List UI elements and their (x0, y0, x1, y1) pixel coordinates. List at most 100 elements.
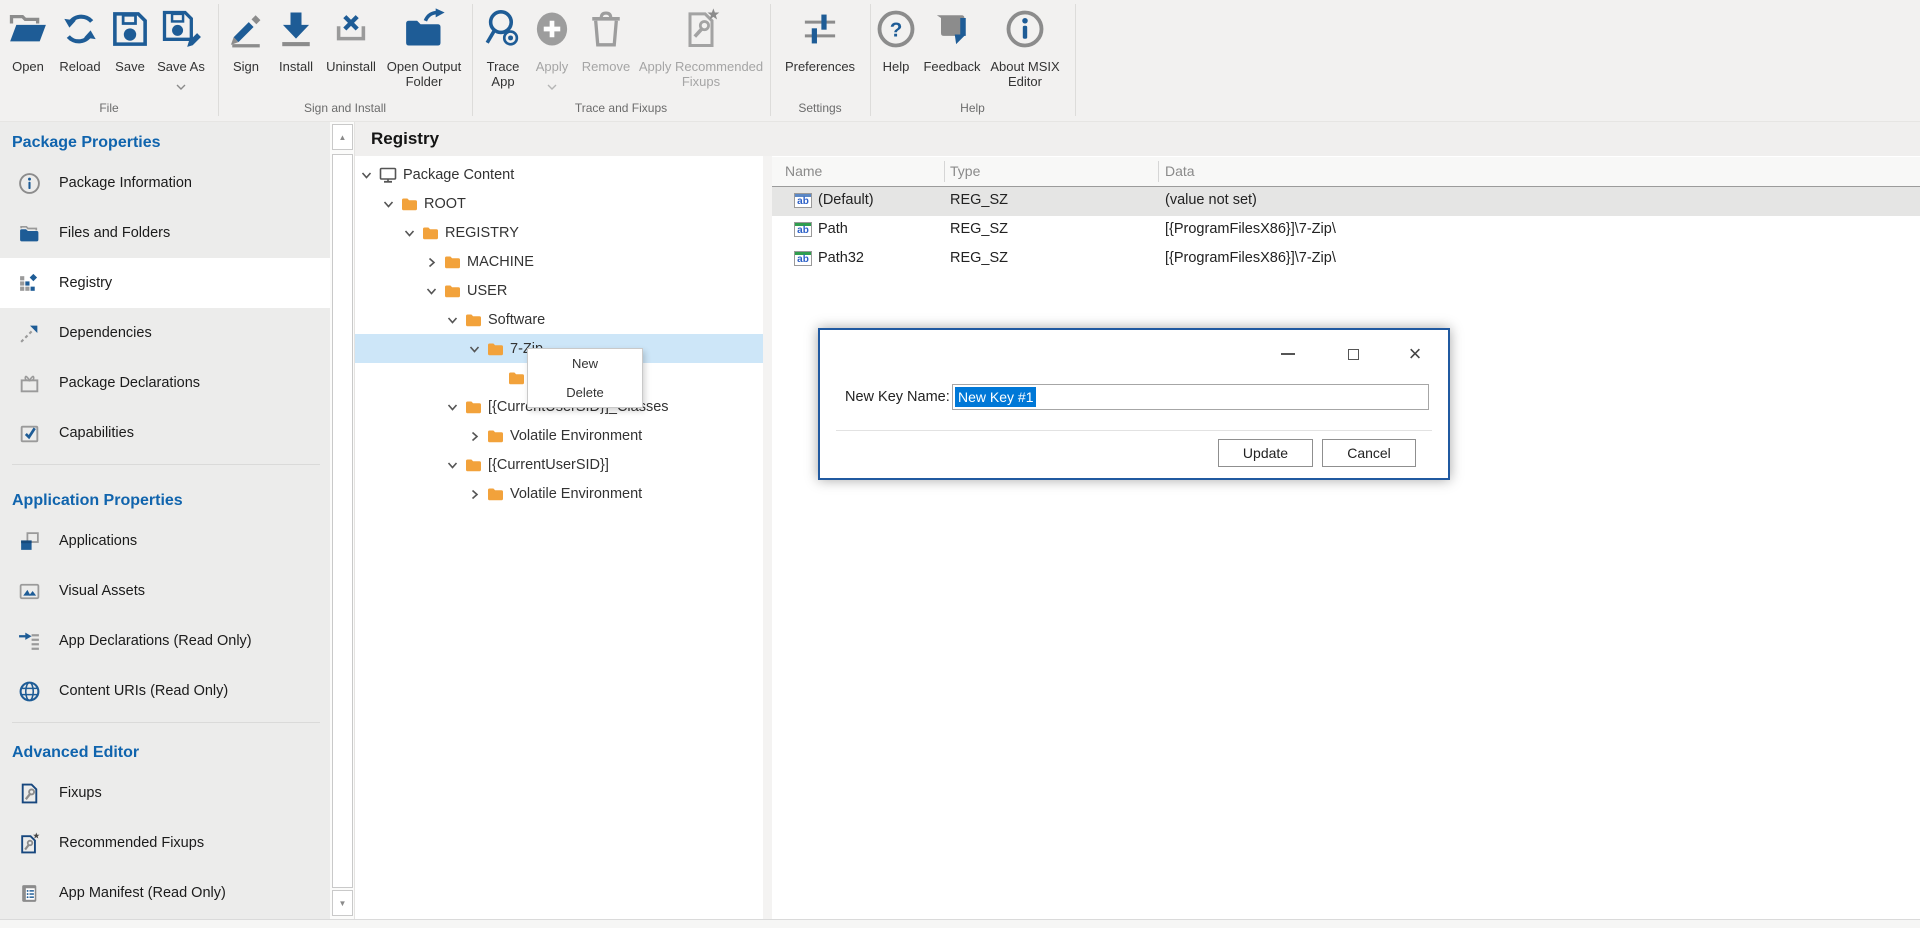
tree-row-label: Package Content (403, 167, 514, 183)
chevron-expanded-icon[interactable] (447, 314, 458, 325)
scroll-up-button[interactable]: ▲ (332, 124, 353, 150)
chevron-expanded-icon[interactable] (361, 169, 372, 180)
folder-icon (422, 226, 439, 240)
preferences-icon (798, 7, 842, 56)
sidebar-item-applications[interactable]: Applications (0, 516, 330, 566)
scrollbar-thumb[interactable] (332, 154, 353, 888)
ribbon-group-label-trace-and-fixups: Trace and Fixups (472, 101, 770, 115)
new-key-name-input[interactable]: New Key #1 (952, 384, 1429, 410)
ribbon-remove-button[interactable]: Remove (577, 7, 635, 74)
chevron-expanded-icon[interactable] (447, 459, 458, 470)
ribbon-feedback-button[interactable]: Feedback (920, 7, 984, 74)
tree-row-volatile-environment[interactable]: Volatile Environment (355, 479, 763, 508)
value-name: Path (818, 221, 848, 237)
about-icon (1003, 7, 1047, 56)
svg-text:?: ? (890, 19, 903, 42)
context-menu-item-delete[interactable]: Delete (528, 378, 642, 407)
sidebar-item-fixups[interactable]: Fixups (0, 768, 330, 818)
sidebar-scrollbar[interactable]: ▲ ▼ (330, 122, 355, 919)
sidebar-item-label: Visual Assets (59, 583, 145, 599)
column-header-data[interactable]: Data (1165, 163, 1195, 179)
ribbon-uninstall-button[interactable]: Uninstall (318, 7, 384, 74)
ribbon-save-as-button[interactable]: Save As (150, 7, 212, 95)
maximize-button[interactable] (1339, 342, 1367, 366)
sidebar-item-app-manifest[interactable]: App Manifest (Read Only) (0, 868, 330, 918)
column-resize-handle[interactable] (1158, 161, 1159, 182)
ribbon-sign-button[interactable]: Sign (224, 7, 268, 74)
sidebar-item-package-information[interactable]: Package Information (0, 158, 330, 208)
ribbon-install-button[interactable]: Install (270, 7, 322, 74)
chevron-expanded-icon[interactable] (383, 198, 394, 209)
scroll-down-button[interactable]: ▼ (332, 890, 353, 916)
maximize-icon (1348, 349, 1359, 360)
sidebar-item-app-declarations[interactable]: App Declarations (Read Only) (0, 616, 330, 666)
registry-tree: Package Content ROOT REGISTRY MACHINE US… (355, 156, 763, 919)
ribbon-open-output-folder-button[interactable]: Open Output Folder (381, 7, 467, 89)
chevron-collapsed-icon[interactable] (426, 256, 437, 267)
tree-row-package-content[interactable]: Package Content (355, 160, 763, 189)
ribbon-group-separator (1075, 4, 1076, 116)
table-row-path32[interactable]: ab Path32 REG_SZ [{ProgramFilesX86}]\7-Z… (772, 245, 1920, 274)
tree-row-registry[interactable]: REGISTRY (355, 218, 763, 247)
column-header-type[interactable]: Type (950, 163, 980, 179)
tree-row-machine[interactable]: MACHINE (355, 247, 763, 276)
arrow-up-icon: ▲ (339, 133, 347, 142)
chevron-expanded-icon[interactable] (426, 285, 437, 296)
ribbon-preferences-button[interactable]: Preferences (781, 7, 859, 74)
chevron-collapsed-icon[interactable] (469, 430, 480, 441)
minimize-icon (1281, 353, 1295, 355)
tree-row-label: [{CurrentUserSID}] (488, 457, 609, 473)
table-header: Name Type Data (772, 157, 1920, 187)
folder-icon (487, 487, 504, 501)
ribbon-help-button[interactable]: ? Help (875, 7, 917, 74)
sidebar-item-label: Package Declarations (59, 375, 200, 391)
ribbon-save-button[interactable]: Save (108, 7, 152, 74)
reload-icon (58, 7, 102, 56)
tree-row-volatile-environment[interactable]: Volatile Environment (355, 421, 763, 450)
sign-icon (224, 7, 268, 56)
folder-icon (487, 429, 504, 443)
chevron-expanded-icon[interactable] (404, 227, 415, 238)
sidebar-item-label: Package Information (59, 175, 192, 191)
sidebar-item-files-and-folders[interactable]: Files and Folders (0, 208, 330, 258)
chevron-expanded-icon[interactable] (469, 343, 480, 354)
tree-row-root[interactable]: ROOT (355, 189, 763, 218)
sidebar-item-content-uris[interactable]: Content URIs (Read Only) (0, 666, 330, 716)
ribbon-about-msix-editor-button[interactable]: About MSIX Editor (985, 7, 1065, 89)
chevron-expanded-icon[interactable] (447, 401, 458, 412)
sidebar-item-dependencies[interactable]: Dependencies (0, 308, 330, 358)
context-menu-item-new[interactable]: New (528, 349, 642, 378)
column-header-name[interactable]: Name (785, 163, 822, 179)
ribbon-trace-app-button[interactable]: Trace App (479, 7, 527, 89)
monitor-icon (379, 167, 397, 183)
sidebar-item-registry[interactable]: Registry (0, 258, 330, 308)
update-button[interactable]: Update (1218, 439, 1313, 467)
ribbon-apply-recommended-fixups-button[interactable]: Apply Recommended Fixups (636, 7, 766, 89)
arrow-down-icon: ▼ (339, 899, 347, 908)
close-button[interactable]: × (1401, 342, 1429, 366)
section-heading-advanced-editor: Advanced Editor (0, 729, 330, 768)
value-type: REG_SZ (950, 250, 1008, 266)
chevron-down-icon[interactable] (547, 77, 557, 95)
sidebar-item-visual-assets[interactable]: Visual Assets (0, 566, 330, 616)
sidebar-item-capabilities[interactable]: Capabilities (0, 408, 330, 458)
tree-row-user[interactable]: USER (355, 276, 763, 305)
page-title-bar: Registry (355, 122, 1920, 156)
chevron-collapsed-icon[interactable] (469, 488, 480, 499)
table-row-default[interactable]: ab (Default) REG_SZ (value not set) (772, 187, 1920, 216)
sidebar-separator (12, 722, 320, 723)
ribbon-open-button[interactable]: Open (6, 7, 50, 74)
tree-row-software[interactable]: Software (355, 305, 763, 334)
sidebar-item-package-declarations[interactable]: Package Declarations (0, 358, 330, 408)
column-resize-handle[interactable] (944, 161, 945, 182)
tree-row-currentusersid[interactable]: [{CurrentUserSID}] (355, 450, 763, 479)
sidebar-item-recommended-fixups[interactable]: Recommended Fixups (0, 818, 330, 868)
app-declarations-icon (17, 629, 41, 653)
table-row-path[interactable]: ab Path REG_SZ [{ProgramFilesX86}]\7-Zip… (772, 216, 1920, 245)
capabilities-icon (17, 421, 41, 445)
minimize-button[interactable] (1274, 342, 1302, 366)
cancel-button[interactable]: Cancel (1322, 439, 1416, 467)
ribbon-apply-button[interactable]: Apply (528, 7, 576, 95)
ribbon-reload-button[interactable]: Reload (54, 7, 106, 74)
chevron-down-icon[interactable] (176, 77, 186, 95)
